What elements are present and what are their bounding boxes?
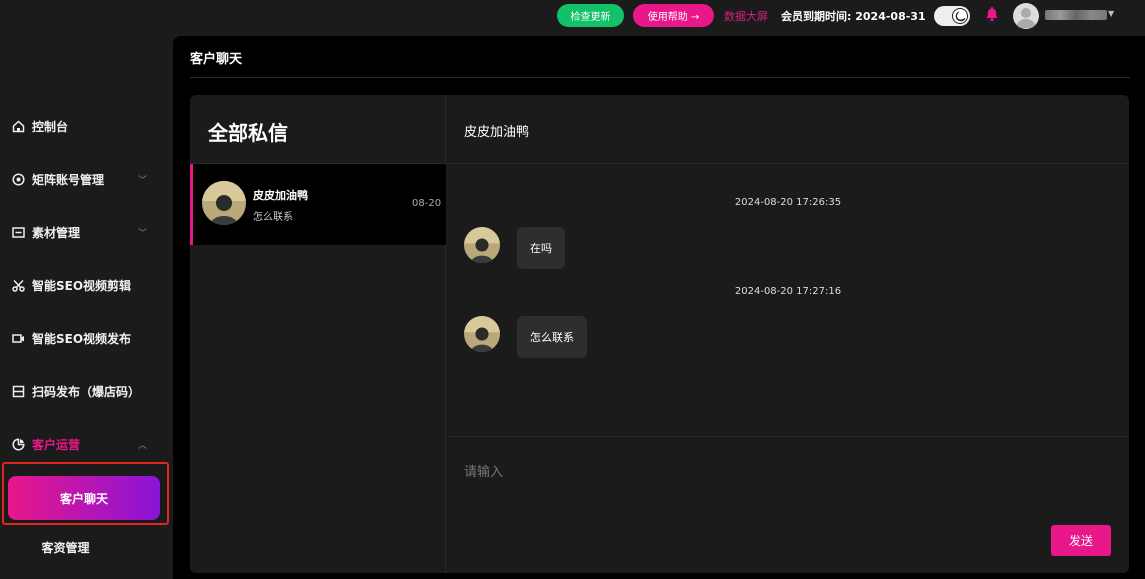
main-content: 客户聊天 全部私信 皮皮加油鸭 怎么联系 08-20 皮皮加油鸭 2024-08… (173, 36, 1145, 579)
check-update-button[interactable]: 检查更新 (557, 4, 624, 27)
theme-toggle[interactable] (934, 6, 970, 26)
message-input[interactable] (464, 452, 1084, 492)
message-bubble: 怎么联系 (517, 316, 587, 358)
chevron-down-icon: ﹀ (138, 175, 148, 186)
last-message-preview: 怎么联系 (253, 212, 293, 223)
membership-expire: 会员到期时间: 2024-08-31 (781, 8, 926, 24)
message-avatar (464, 316, 500, 352)
conversation-list-heading: 全部私信 (208, 121, 288, 145)
chat-panel: 全部私信 皮皮加油鸭 怎么联系 08-20 皮皮加油鸭 2024-08-20 1… (190, 95, 1129, 573)
help-button[interactable]: 使用帮助 → (633, 4, 714, 27)
sidebar-item-materials[interactable]: 素材管理 ﹀ (0, 217, 173, 247)
target-icon (11, 172, 25, 186)
message-bubble: 在吗 (517, 227, 565, 269)
home-icon (11, 119, 25, 133)
conversation-list: 全部私信 皮皮加油鸭 怎么联系 08-20 (190, 95, 446, 573)
big-screen-link[interactable]: 数据大屏 (724, 8, 768, 24)
message-avatar (464, 227, 500, 263)
expire-date: 2024-08-31 (855, 10, 926, 23)
message-timestamp: 2024-08-20 17:27:16 (734, 286, 842, 297)
moon-icon (952, 8, 968, 24)
sidebar-item-seo-publish[interactable]: 智能SEO视频发布 (0, 323, 173, 353)
divider (447, 436, 1129, 437)
sidebar-item-dashboard[interactable]: 控制台 (0, 111, 173, 141)
top-bar: 检查更新 使用帮助 → 数据大屏 会员到期时间: 2024-08-31 ▼ (0, 0, 1145, 34)
bell-icon[interactable] (985, 6, 999, 22)
sidebar-subitem-leads[interactable]: 客资管理 (0, 532, 173, 562)
qrcode-icon (11, 384, 25, 398)
pie-icon (11, 437, 25, 451)
conversation-date: 08-20 (412, 198, 442, 209)
chevron-down-icon[interactable]: ▼ (1108, 9, 1114, 18)
divider (190, 77, 1130, 78)
user-avatar[interactable] (1013, 3, 1039, 29)
divider (447, 163, 1129, 164)
user-name-blurred[interactable] (1045, 10, 1107, 20)
folder-icon (11, 225, 25, 239)
sidebar: 控制台 矩阵账号管理 ﹀ 素材管理 ﹀ 智能SEO视频剪辑 智能SEO视频发布 … (0, 34, 173, 579)
sidebar-item-customer-ops[interactable]: 客户运营 ︿ (0, 429, 173, 459)
contact-name: 皮皮加油鸭 (253, 189, 308, 202)
chevron-down-icon: ﹀ (138, 228, 148, 239)
sidebar-item-scan-publish[interactable]: 扫码发布（爆店码） (0, 376, 173, 406)
conversation-item[interactable]: 皮皮加油鸭 怎么联系 08-20 (190, 164, 446, 245)
sidebar-subitem-customer-chat[interactable]: 客户聊天 (8, 476, 160, 520)
chat-window: 皮皮加油鸭 2024-08-20 17:26:35 在吗 2024-08-20 … (447, 95, 1129, 573)
video-icon (11, 331, 25, 345)
sidebar-item-seo-edit[interactable]: 智能SEO视频剪辑 (0, 270, 173, 300)
app-root: 检查更新 使用帮助 → 数据大屏 会员到期时间: 2024-08-31 ▼ 控制… (0, 0, 1145, 579)
message-timestamp: 2024-08-20 17:26:35 (734, 197, 842, 208)
send-button[interactable]: 发送 (1051, 525, 1111, 556)
chat-contact-name: 皮皮加油鸭 (464, 125, 530, 140)
page-title: 客户聊天 (190, 52, 243, 67)
sidebar-item-matrix-accounts[interactable]: 矩阵账号管理 ﹀ (0, 164, 173, 194)
expire-label: 会员到期时间: (781, 10, 852, 23)
scissors-icon (11, 278, 25, 292)
chevron-up-icon: ︿ (138, 440, 148, 451)
contact-avatar (202, 181, 246, 225)
